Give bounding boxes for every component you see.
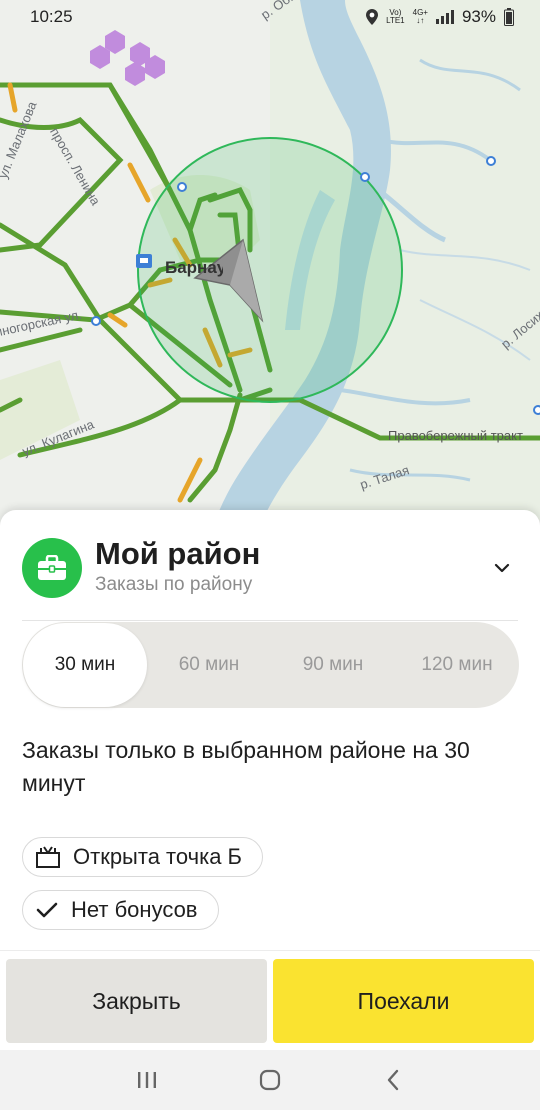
signal-icon xyxy=(435,10,454,24)
status-bar: 10:25 Vo) LTE1 4G+ ↓↑ 93% xyxy=(0,0,540,34)
back-icon[interactable] xyxy=(373,1060,413,1100)
chevron-down-icon[interactable] xyxy=(490,556,514,580)
sheet-footer: Закрыть Поехали xyxy=(0,950,540,1050)
duration-option-90[interactable]: 90 мин xyxy=(271,622,395,708)
close-button[interactable]: Закрыть xyxy=(6,959,267,1043)
go-button[interactable]: Поехали xyxy=(273,959,534,1043)
check-icon xyxy=(36,902,58,918)
network-gen: 4G+ ↓↑ xyxy=(413,9,428,25)
status-icons: Vo) LTE1 4G+ ↓↑ 93% xyxy=(366,7,514,27)
duration-option-120[interactable]: 120 мин xyxy=(395,622,519,708)
mode-bottom-sheet: Мой район Заказы по району 30 мин 60 мин… xyxy=(0,510,540,1050)
chip-open-point-b-label: Открыта точка Б xyxy=(73,844,242,869)
home-icon[interactable] xyxy=(250,1060,290,1100)
battery-icon xyxy=(504,8,514,26)
chip-no-bonuses-label: Нет бонусов xyxy=(71,897,198,922)
map-view[interactable]: просп. Ленина ул. Малахова Змеиногорская… xyxy=(0,0,540,560)
recent-apps-icon[interactable] xyxy=(127,1060,167,1100)
duration-option-30[interactable]: 30 мин xyxy=(23,623,147,707)
header-divider xyxy=(22,620,518,621)
network-volte: Vo) LTE1 xyxy=(386,9,405,25)
status-time: 10:25 xyxy=(30,7,73,26)
network-arrows-icon: ↓↑ xyxy=(416,16,425,25)
briefcase-icon xyxy=(22,538,82,598)
gift-icon xyxy=(36,846,60,868)
system-nav-bar xyxy=(0,1050,540,1110)
location-icon xyxy=(366,9,379,25)
map-label-city: Барнаул xyxy=(165,258,223,277)
map-label-pravoberezhny: Правобережный тракт xyxy=(388,428,523,443)
network-volte-bottom: LTE1 xyxy=(386,16,405,25)
chip-no-bonuses: Нет бонусов xyxy=(22,890,219,930)
sheet-title: Мой район xyxy=(95,536,261,571)
duration-option-60[interactable]: 60 мин xyxy=(147,622,271,708)
map-graphics xyxy=(0,0,540,560)
chip-open-point-b: Открыта точка Б xyxy=(22,837,263,877)
duration-selector: 30 мин 60 мин 90 мин 120 мин xyxy=(22,622,519,708)
battery-percent: 93% xyxy=(461,7,496,26)
sheet-header[interactable]: Мой район Заказы по району xyxy=(22,536,520,606)
sheet-subtitle: Заказы по району xyxy=(95,574,253,595)
mode-description: Заказы только в выбранном районе на 30 м… xyxy=(22,737,470,796)
